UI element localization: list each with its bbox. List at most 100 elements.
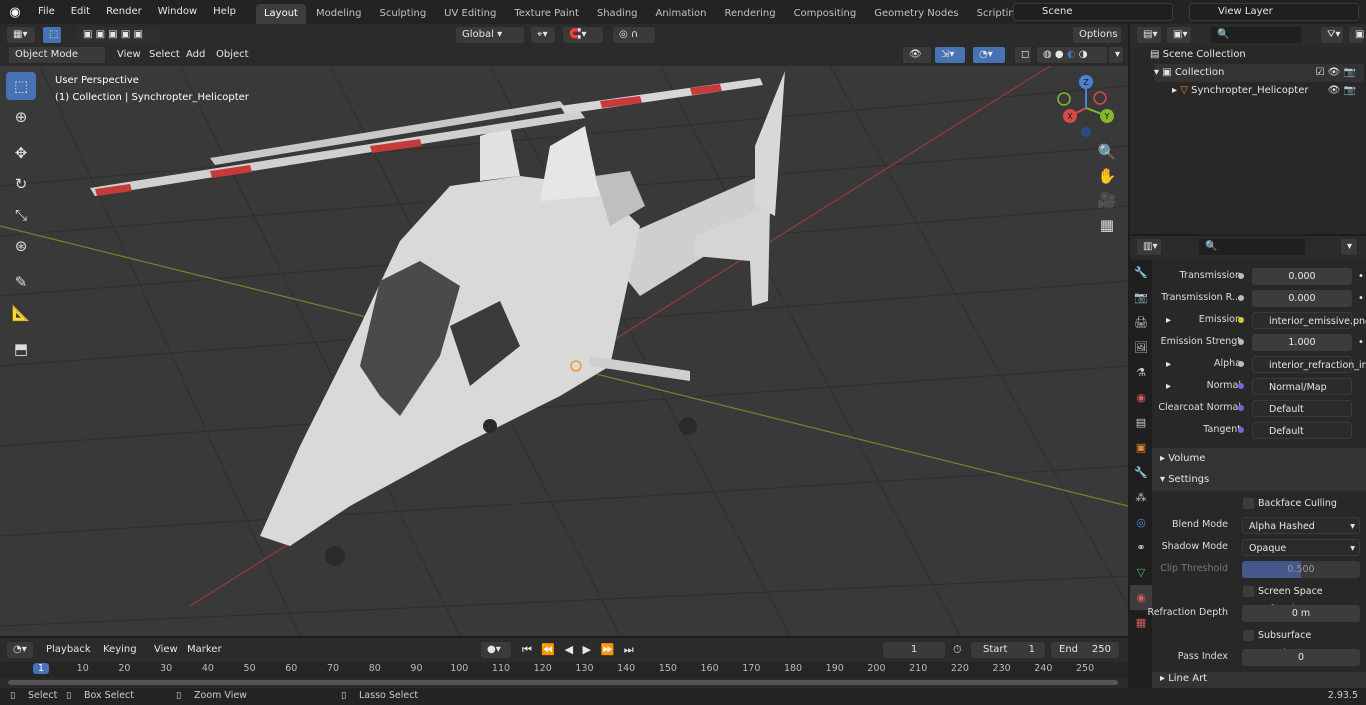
menu-add[interactable]: Add — [186, 46, 205, 64]
line-art-section[interactable]: ▸ Line Art — [1152, 672, 1366, 688]
menu-file[interactable]: File — [30, 0, 63, 24]
backface-culling-checkbox[interactable] — [1243, 498, 1254, 509]
settings-section[interactable]: ▾ Settings — [1152, 469, 1366, 491]
current-frame-field[interactable]: 1 — [882, 641, 946, 659]
keyframe-icon[interactable]: • — [1358, 290, 1364, 308]
property-value-field[interactable]: interior_emissive.png — [1252, 312, 1366, 329]
output-tab-icon[interactable]: 🖨 — [1130, 310, 1152, 335]
property-value-field[interactable]: 0.000 — [1252, 268, 1352, 285]
tab-shading[interactable]: Shading — [589, 4, 646, 24]
viewport-scene[interactable] — [0, 66, 1128, 636]
world-tab-icon[interactable]: ◉ — [1130, 385, 1152, 410]
volume-section[interactable]: ▸ Volume — [1152, 448, 1366, 470]
tab-animation[interactable]: Animation — [648, 4, 715, 24]
socket-icon[interactable] — [1238, 361, 1244, 367]
helicopter-model[interactable] — [90, 71, 785, 566]
socket-icon[interactable] — [1238, 317, 1244, 323]
timeline-menu-keying[interactable]: Keying — [103, 641, 137, 659]
socket-icon[interactable] — [1238, 339, 1244, 345]
tab-texture-paint[interactable]: Texture Paint — [506, 4, 587, 24]
tool-tab-icon[interactable]: 🔧 — [1130, 260, 1152, 285]
overlay-toggle[interactable]: ◔▾ — [972, 46, 1006, 64]
timeline-menu-view[interactable]: View — [154, 641, 178, 659]
move-tool[interactable]: ✥ — [6, 139, 36, 167]
physics-tab-icon[interactable]: ◎ — [1130, 510, 1152, 535]
measure-tool[interactable]: 📐 — [6, 299, 36, 327]
tab-sculpting[interactable]: Sculpting — [371, 4, 434, 24]
menu-render[interactable]: Render — [98, 0, 150, 24]
socket-icon[interactable] — [1238, 273, 1244, 279]
select-tool-button[interactable]: ⬚ — [42, 26, 62, 44]
timeline-menu-marker[interactable]: Marker — [187, 641, 222, 659]
modifier-tab-icon[interactable]: 🔧 — [1130, 460, 1152, 485]
rotate-tool[interactable]: ↻ — [6, 170, 36, 198]
playback-controls[interactable]: ⏮ ⏪ ◀ ▶ ⏩ ⏭ — [522, 641, 637, 659]
new-collection-button[interactable]: ▣ — [1348, 26, 1364, 44]
visibility-dropdown[interactable]: 👁▾ — [902, 46, 932, 76]
timeline-scrollbar[interactable] — [8, 680, 1118, 685]
3d-viewport[interactable]: User Perspective (1) Collection | Synchr… — [0, 66, 1128, 636]
tab-layout[interactable]: Layout — [255, 4, 306, 24]
sss-checkbox[interactable] — [1243, 630, 1254, 641]
menu-object[interactable]: Object — [216, 46, 249, 64]
shading-options[interactable]: ▾ — [1108, 46, 1124, 64]
outliner-scene-collection[interactable]: ▤ Scene Collection — [1150, 46, 1246, 64]
property-value-field[interactable]: Default — [1252, 422, 1352, 439]
outliner-display-mode[interactable]: ▣▾ — [1166, 26, 1192, 44]
menu-view[interactable]: View — [117, 46, 141, 64]
camera-view-icon[interactable]: 🎥 — [1095, 189, 1119, 211]
annotate-tool[interactable]: ✎ — [6, 268, 36, 296]
select-box-tool[interactable]: ⬚ — [6, 72, 36, 100]
property-value-field[interactable]: Default — [1252, 400, 1352, 417]
menu-select[interactable]: Select — [149, 46, 180, 64]
transform-tool[interactable]: ⊛ — [6, 232, 36, 260]
autokey-toggle[interactable]: ●▾ — [480, 641, 512, 659]
expand-icon[interactable]: ▸ — [1166, 312, 1171, 330]
property-value-field[interactable]: interior_refraction_in... — [1252, 356, 1366, 373]
particles-tab-icon[interactable]: ⁂ — [1130, 485, 1152, 510]
ortho-toggle-icon[interactable]: ▦ — [1095, 214, 1119, 236]
expand-icon[interactable]: ▸ — [1166, 356, 1171, 374]
zoom-view-icon[interactable]: 🔍 — [1095, 141, 1119, 163]
clip-threshold-slider[interactable]: 0.500 — [1242, 561, 1360, 578]
options-dropdown[interactable]: Options — [1072, 26, 1122, 44]
outliner-collection[interactable]: ▾ ▣ Collection ☑ 👁 📷 — [1154, 64, 1364, 82]
properties-options[interactable]: ▾ — [1340, 238, 1358, 256]
view-layer-tab-icon[interactable]: 🖼 — [1130, 335, 1152, 360]
property-value-field[interactable]: 0.000 — [1252, 290, 1352, 307]
shadow-mode-dropdown[interactable]: Opaque ▾ — [1242, 539, 1360, 556]
end-frame-field[interactable]: End 250 — [1050, 641, 1120, 659]
ssr-checkbox[interactable] — [1243, 586, 1254, 597]
properties-search-input[interactable]: 🔍 — [1198, 238, 1306, 256]
outliner-search-input[interactable]: 🔍 — [1210, 26, 1302, 44]
blend-mode-dropdown[interactable]: Alpha Hashed ▾ — [1242, 517, 1360, 534]
pan-view-icon[interactable]: ✋ — [1095, 165, 1119, 187]
add-cube-tool[interactable]: ⬒ — [6, 335, 36, 363]
socket-icon[interactable] — [1238, 427, 1244, 433]
socket-icon[interactable] — [1238, 295, 1244, 301]
view-layer-selector[interactable]: View Layer — [1189, 3, 1359, 21]
scene-selector[interactable]: Scene — [1013, 3, 1173, 21]
property-value-field[interactable]: 1.000 — [1252, 334, 1352, 351]
scale-tool[interactable]: ⤡ — [6, 201, 36, 229]
tab-geometry-nodes[interactable]: Geometry Nodes — [866, 4, 966, 24]
mode-dropdown[interactable]: Object Mode — [8, 46, 106, 64]
gizmo-toggle[interactable]: ⇲▾ — [934, 46, 966, 64]
properties-editor-type[interactable]: ▥▾ — [1136, 238, 1162, 256]
data-tab-icon[interactable]: ▽ — [1130, 560, 1152, 585]
constraints-tab-icon[interactable]: ⚭ — [1130, 535, 1152, 560]
proportional-toggle[interactable]: ◎ ∩ — [612, 26, 656, 44]
property-value-field[interactable]: Normal/Map — [1252, 378, 1352, 395]
keyframe-icon[interactable]: • — [1358, 268, 1364, 286]
editor-type-button[interactable]: ▦▾ — [6, 26, 36, 44]
snap-toggle[interactable]: 🧲▾ — [562, 26, 604, 44]
keyframe-icon[interactable]: • — [1358, 334, 1364, 352]
xray-toggle[interactable]: ◻ — [1014, 46, 1032, 64]
outliner-editor-type[interactable]: ▤▾ — [1136, 26, 1162, 44]
outliner-object[interactable]: ▸ ▽ Synchropter_Helicopter 👁 📷 — [1172, 82, 1364, 100]
start-frame-field[interactable]: Start 1 — [970, 641, 1046, 659]
menu-window[interactable]: Window — [150, 0, 205, 24]
object-tab-icon[interactable]: ▣ — [1130, 435, 1152, 460]
outliner-filter-button[interactable]: ⛛▾ — [1320, 26, 1344, 44]
cursor-tool[interactable]: ⊕ — [6, 103, 36, 131]
